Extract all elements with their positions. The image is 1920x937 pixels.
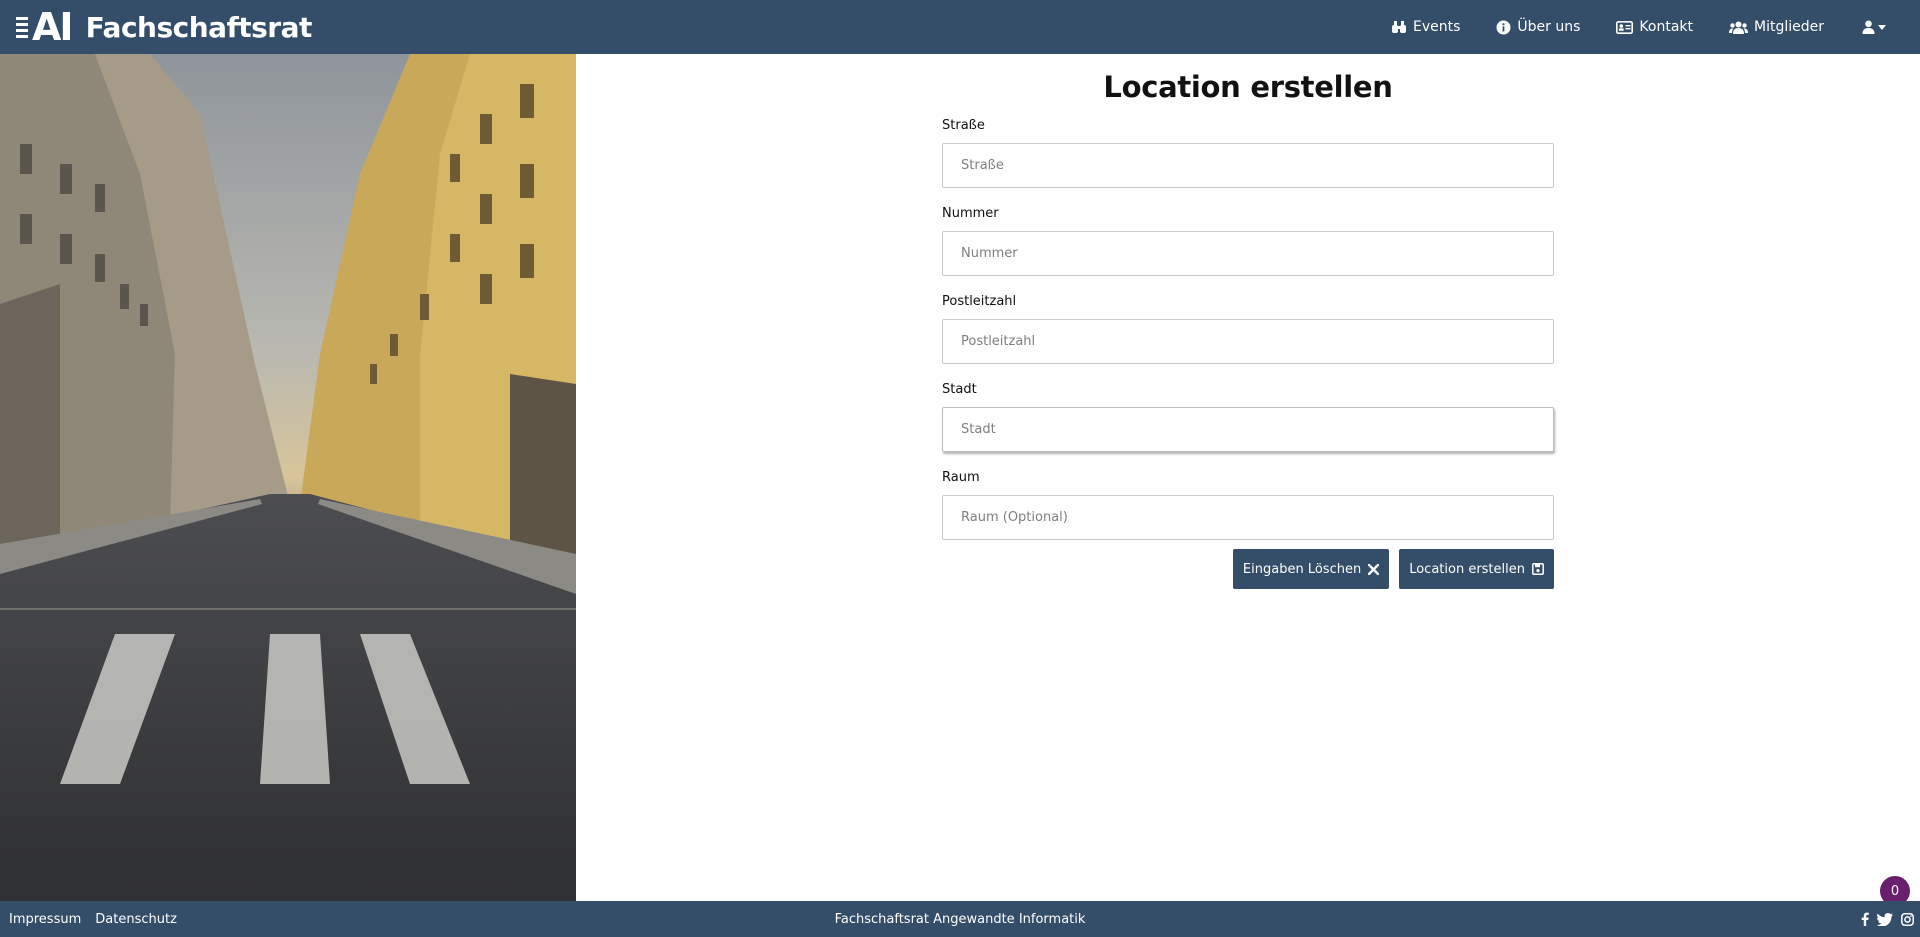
info-circle-icon — [1496, 20, 1511, 34]
field-postleitzahl: Postleitzahl — [942, 294, 1554, 364]
page-title: Location erstellen — [1103, 70, 1393, 104]
footer-links: Impressum Datenschutz — [9, 912, 191, 927]
strasse-input[interactable] — [942, 143, 1554, 188]
close-icon — [1368, 563, 1380, 575]
top-navbar: AI Fachschaftsrat Events Über uns Kontak… — [0, 0, 1920, 54]
logo-bars — [16, 16, 28, 38]
address-card-icon — [1616, 20, 1634, 34]
raum-label: Raum — [942, 470, 980, 485]
location-form: Location erstellen Straße Nummer Postlei… — [942, 54, 1554, 589]
nav-label-ueber-uns: Über uns — [1517, 19, 1581, 35]
impressum-link[interactable]: Impressum — [9, 912, 81, 927]
user-menu-toggle[interactable] — [1862, 20, 1886, 34]
datenschutz-link[interactable]: Datenschutz — [95, 912, 177, 927]
user-icon — [1862, 20, 1875, 34]
create-location-button[interactable]: Location erstellen — [1399, 549, 1554, 589]
clear-inputs-button[interactable]: Eingaben Löschen — [1232, 549, 1390, 589]
strasse-label: Straße — [942, 118, 985, 133]
binoculars-icon — [1392, 21, 1406, 33]
field-nummer: Nummer — [942, 206, 1554, 276]
clear-button-label: Eingaben Löschen — [1242, 561, 1362, 577]
footer-text: Fachschaftsrat Angewandte Informatik — [834, 911, 1086, 927]
nav-label-kontakt: Kontakt — [1639, 19, 1693, 35]
raum-input[interactable] — [942, 495, 1554, 540]
hero-street-image — [0, 54, 576, 901]
nav-links: Events Über uns Kontakt Mitglieder — [1355, 0, 1886, 54]
save-icon — [1532, 563, 1544, 575]
nav-label-mitglieder: Mitglieder — [1754, 19, 1824, 35]
stadt-label: Stadt — [942, 382, 977, 397]
submit-button-label: Location erstellen — [1409, 561, 1525, 577]
nav-item-ueber-uns[interactable]: Über uns — [1496, 19, 1580, 35]
postleitzahl-label: Postleitzahl — [942, 294, 1017, 309]
field-strasse: Straße — [942, 118, 1554, 188]
twitter-icon[interactable] — [1877, 912, 1893, 926]
nummer-input[interactable] — [942, 231, 1554, 276]
field-stadt: Stadt — [942, 382, 1554, 452]
footer: Impressum Datenschutz Fachschaftsrat Ang… — [0, 901, 1920, 937]
nav-item-events[interactable]: Events — [1391, 19, 1460, 35]
users-icon — [1729, 21, 1748, 34]
chevron-down-icon — [1878, 24, 1886, 30]
logo-text: AI — [32, 5, 74, 49]
form-actions: Eingaben Löschen Location erstellen — [942, 549, 1554, 589]
brand-logo: AI — [16, 5, 74, 49]
stadt-input[interactable] — [942, 407, 1554, 452]
nav-label-events: Events — [1413, 19, 1461, 35]
brand-title: Fachschaftsrat — [85, 10, 313, 44]
nav-item-kontakt[interactable]: Kontakt — [1616, 19, 1693, 35]
facebook-icon[interactable] — [1861, 912, 1869, 926]
field-raum: Raum — [942, 470, 1554, 540]
instagram-icon[interactable] — [1901, 912, 1914, 926]
social-links — [1861, 912, 1914, 926]
brand[interactable]: AI Fachschaftsrat — [16, 0, 312, 54]
postleitzahl-input[interactable] — [942, 319, 1554, 364]
nav-item-mitglieder[interactable]: Mitglieder — [1729, 19, 1824, 35]
nummer-label: Nummer — [942, 206, 999, 221]
